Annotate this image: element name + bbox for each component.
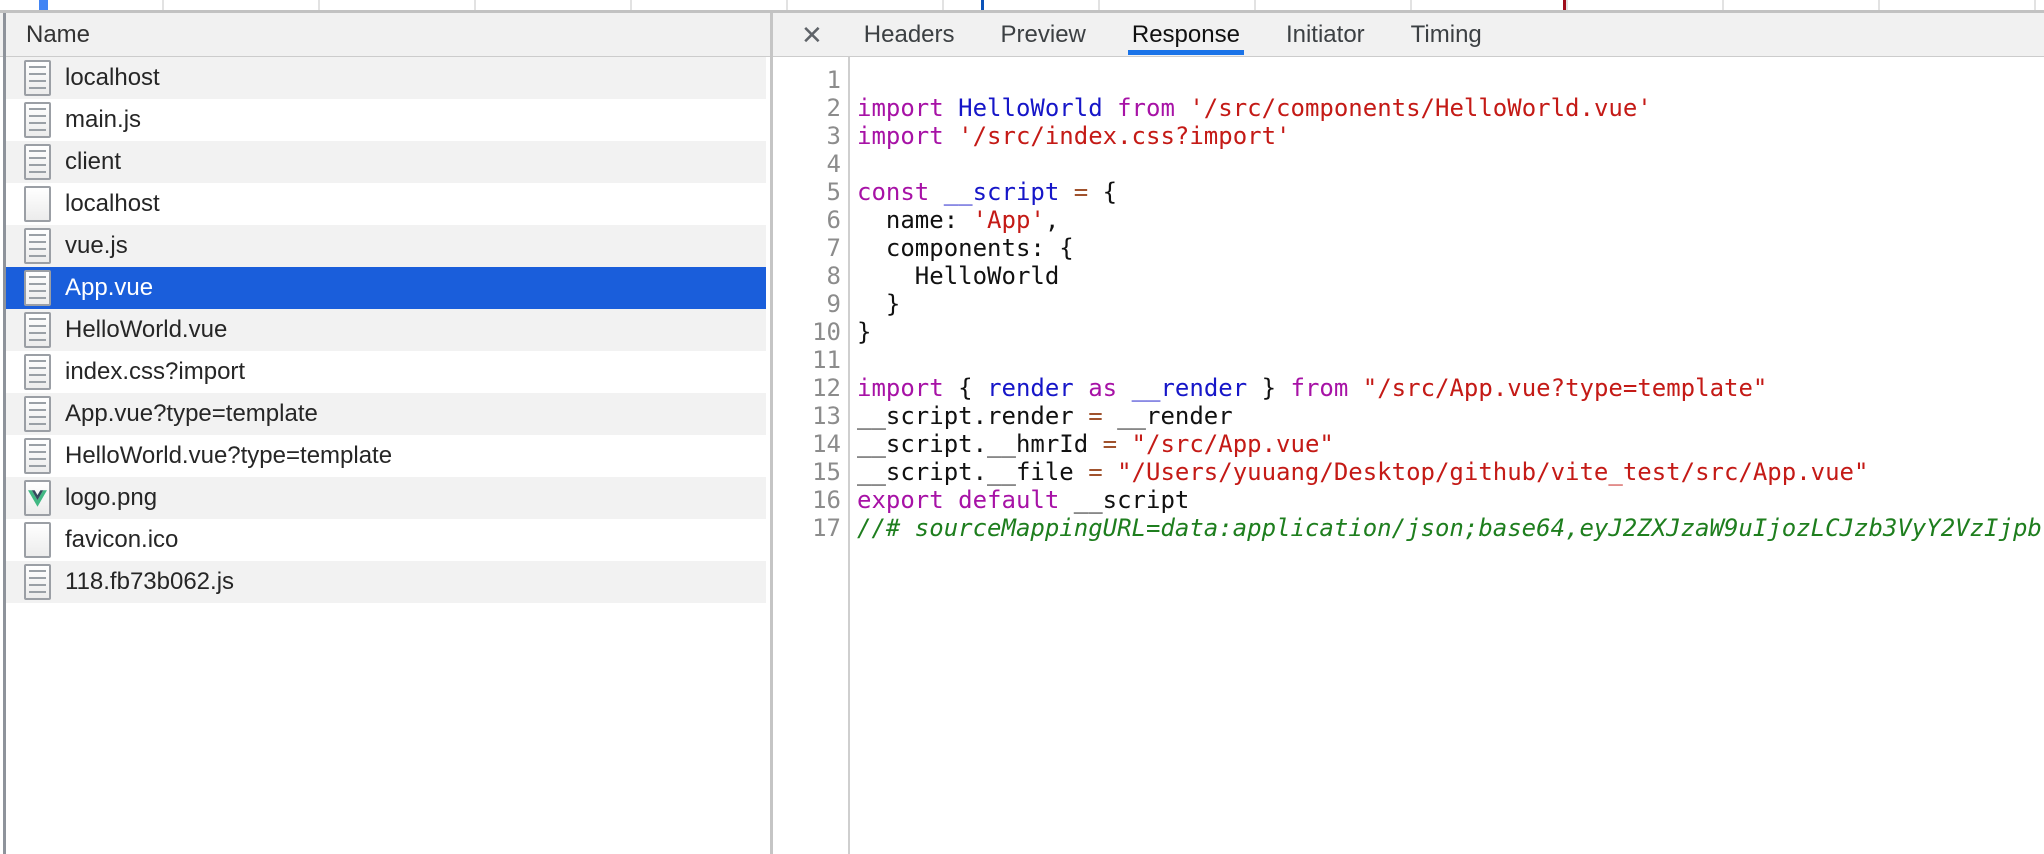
script-file-icon	[24, 396, 51, 432]
request-name: HelloWorld.vue	[65, 316, 227, 344]
line-number: 4	[773, 150, 841, 178]
code-line: __script.__file = "/Users/yuuang/Desktop…	[857, 458, 2044, 486]
code-line	[857, 346, 2044, 374]
script-file-icon	[24, 438, 51, 474]
blank-file-icon	[24, 186, 51, 222]
code-line: name: 'App',	[857, 206, 2044, 234]
request-row[interactable]: vue.js	[6, 225, 766, 267]
line-number: 1	[773, 66, 841, 94]
request-name: App.vue	[65, 274, 153, 302]
script-file-icon	[24, 270, 51, 306]
code-line: export default __script	[857, 486, 2044, 514]
code-line: components: {	[857, 234, 2044, 262]
script-file-icon	[24, 102, 51, 138]
devtools-network-panel: Name localhost main.js client localhost …	[0, 0, 2044, 854]
request-row[interactable]: App.vue?type=template	[6, 393, 766, 435]
code-line: import HelloWorld from '/src/components/…	[857, 94, 2044, 122]
line-number: 3	[773, 122, 841, 150]
request-name: HelloWorld.vue?type=template	[65, 442, 392, 470]
line-number-gutter: 1234567891011121314151617	[773, 57, 850, 854]
request-name: App.vue?type=template	[65, 400, 318, 428]
line-number: 6	[773, 206, 841, 234]
request-name: localhost	[65, 64, 160, 92]
script-file-icon	[24, 144, 51, 180]
script-file-icon	[24, 228, 51, 264]
line-number: 11	[773, 346, 841, 374]
line-number: 15	[773, 458, 841, 486]
code-line: }	[857, 318, 2044, 346]
request-name: logo.png	[65, 484, 157, 512]
tab-headers[interactable]: Headers	[864, 13, 955, 56]
vue-logo-icon	[24, 480, 51, 516]
request-name: localhost	[65, 190, 160, 218]
tab-timing[interactable]: Timing	[1411, 13, 1482, 56]
request-row[interactable]: client	[6, 141, 766, 183]
line-number: 5	[773, 178, 841, 206]
request-row[interactable]: logo.png	[6, 477, 766, 519]
script-file-icon	[24, 354, 51, 390]
line-number: 2	[773, 94, 841, 122]
code-line: __script.render = __render	[857, 402, 2044, 430]
dom-content-loaded-marker	[981, 0, 984, 10]
line-number: 8	[773, 262, 841, 290]
request-name: vue.js	[65, 232, 128, 260]
script-file-icon	[24, 312, 51, 348]
detail-tab-bar: ✕ Headers Preview Response Initiator Tim…	[773, 13, 2044, 57]
request-row[interactable]: favicon.ico	[6, 519, 766, 561]
code-content: import HelloWorld from '/src/components/…	[850, 57, 2044, 854]
request-row[interactable]: main.js	[6, 99, 766, 141]
request-row[interactable]: HelloWorld.vue	[6, 309, 766, 351]
request-row[interactable]: HelloWorld.vue?type=template	[6, 435, 766, 477]
script-file-icon	[24, 60, 51, 96]
line-number: 13	[773, 402, 841, 430]
request-name: main.js	[65, 106, 141, 134]
request-row-selected[interactable]: App.vue	[6, 267, 766, 309]
code-line	[857, 66, 2044, 94]
close-icon[interactable]: ✕	[801, 22, 823, 48]
request-name: favicon.ico	[65, 526, 178, 554]
response-source-view[interactable]: 1234567891011121314151617 import HelloWo…	[773, 57, 2044, 854]
tab-response[interactable]: Response	[1132, 13, 1240, 56]
code-line: __script.__hmrId = "/src/App.vue"	[857, 430, 2044, 458]
request-name: index.css?import	[65, 358, 245, 386]
code-line: import { render as __render } from "/src…	[857, 374, 2044, 402]
request-detail-panel: ✕ Headers Preview Response Initiator Tim…	[773, 13, 2044, 854]
code-line: const __script = {	[857, 178, 2044, 206]
line-number: 16	[773, 486, 841, 514]
request-name: 118.fb73b062.js	[65, 568, 234, 596]
request-row[interactable]: 118.fb73b062.js	[6, 561, 766, 603]
code-line: //# sourceMappingURL=data:application/js…	[857, 514, 2044, 542]
request-row[interactable]: localhost	[6, 57, 766, 99]
script-file-icon	[24, 564, 51, 600]
line-number: 10	[773, 318, 841, 346]
network-overview-timeline[interactable]	[0, 0, 2044, 10]
line-number: 7	[773, 234, 841, 262]
line-number: 9	[773, 290, 841, 318]
tab-initiator[interactable]: Initiator	[1286, 13, 1365, 56]
name-column-label: Name	[26, 21, 90, 49]
request-row[interactable]: localhost	[6, 183, 766, 225]
code-line: import '/src/index.css?import'	[857, 122, 2044, 150]
blank-file-icon	[24, 522, 51, 558]
load-event-marker	[1563, 0, 1566, 10]
request-list-panel: Name localhost main.js client localhost …	[0, 13, 773, 854]
code-line: }	[857, 290, 2044, 318]
resource-bar-marker	[39, 0, 48, 10]
line-number: 14	[773, 430, 841, 458]
request-list[interactable]: localhost main.js client localhost vue.j…	[6, 57, 766, 854]
tab-preview[interactable]: Preview	[1001, 13, 1086, 56]
request-name: client	[65, 148, 121, 176]
code-line	[857, 150, 2044, 178]
request-row[interactable]: index.css?import	[6, 351, 766, 393]
code-line: HelloWorld	[857, 262, 2044, 290]
line-number: 17	[773, 514, 841, 542]
line-number: 12	[773, 374, 841, 402]
name-column-header[interactable]: Name	[0, 13, 770, 57]
